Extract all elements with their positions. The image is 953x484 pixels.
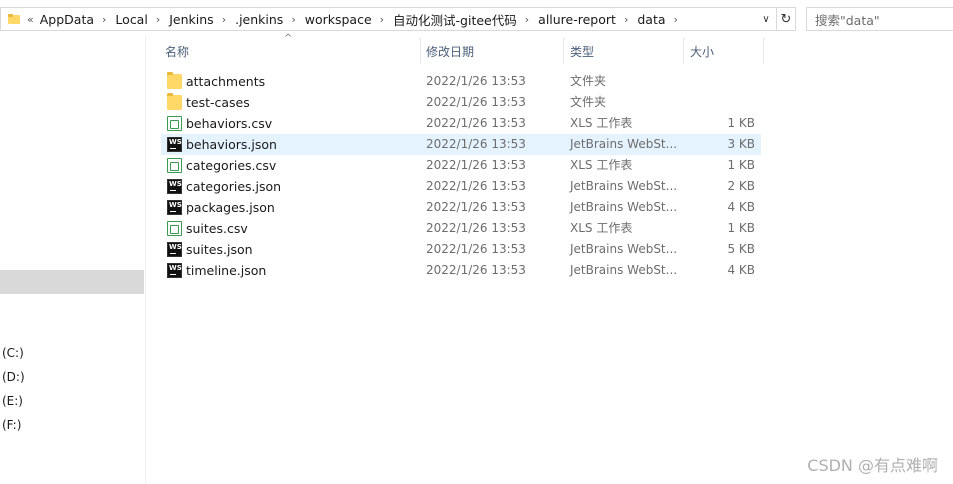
file-type: 文件夹 xyxy=(570,95,607,109)
file-size: 3 KB xyxy=(727,137,755,151)
file-type: JetBrains WebSt... xyxy=(570,200,678,214)
file-date: 2022/1/26 13:53 xyxy=(426,74,526,88)
file-row[interactable]: WS behaviors.json 2022/1/26 13:53 JetBrains… xyxy=(161,134,761,155)
file-date: 2022/1/26 13:53 xyxy=(426,179,526,193)
file-date: 2022/1/26 13:53 xyxy=(426,158,526,172)
file-date: 2022/1/26 13:53 xyxy=(426,221,526,235)
file-type: XLS 工作表 xyxy=(570,221,633,235)
file-date: 2022/1/26 13:53 xyxy=(426,95,526,109)
webstorm-json-icon: WS xyxy=(167,179,182,194)
file-name: test-cases xyxy=(186,95,250,110)
breadcrumb-item[interactable]: 自动化测试-gitee代码 xyxy=(393,10,517,29)
breadcrumb: « AppData › Local › Jenkins › .jenkins › workspa… xyxy=(23,8,687,30)
file-date: 2022/1/26 13:53 xyxy=(426,263,526,277)
breadcrumb-item[interactable]: Jenkins xyxy=(169,12,213,27)
breadcrumb-chevron-icon[interactable]: › xyxy=(674,13,678,26)
folder-icon xyxy=(167,93,182,110)
nav-drive-e[interactable]: (E:) xyxy=(2,394,23,408)
file-type: JetBrains WebSt... xyxy=(570,179,678,193)
file-row[interactable]: WS categories.json 2022/1/26 13:53 JetBrain… xyxy=(161,176,761,197)
webstorm-json-icon: WS xyxy=(167,242,182,257)
breadcrumb-chevron-icon[interactable]: › xyxy=(380,13,384,26)
overflow-chevron-icon[interactable]: « xyxy=(27,13,34,26)
breadcrumb-item[interactable]: data xyxy=(637,12,665,27)
column-divider[interactable] xyxy=(563,38,564,64)
file-row[interactable]: WS timeline.json 2022/1/26 13:53 JetBrains … xyxy=(161,260,761,281)
nav-drive-c[interactable]: (C:) xyxy=(2,346,24,360)
file-name: behaviors.json xyxy=(186,137,277,152)
nav-drive-d[interactable]: (D:) xyxy=(2,370,25,384)
column-divider[interactable] xyxy=(763,38,764,64)
breadcrumb-chevron-icon[interactable]: › xyxy=(624,13,628,26)
column-divider[interactable] xyxy=(420,38,421,64)
webstorm-json-icon: WS xyxy=(167,200,182,215)
breadcrumb-item[interactable]: workspace xyxy=(305,12,372,27)
breadcrumb-item[interactable]: allure-report xyxy=(538,12,616,27)
file-name: attachments xyxy=(186,74,266,89)
file-type: XLS 工作表 xyxy=(570,116,633,130)
file-row[interactable]: categories.csv 2022/1/26 13:53 XLS 工作表 1 KB xyxy=(161,155,761,176)
watermark: CSDN @有点难啊 xyxy=(807,456,938,475)
breadcrumb-item[interactable]: AppData xyxy=(40,12,94,27)
file-type: JetBrains WebSt... xyxy=(570,137,678,151)
navigation-pane[interactable]: (C:) (D:) (E:) (F:) xyxy=(0,36,146,484)
webstorm-json-icon: WS xyxy=(167,263,182,278)
file-size: 1 KB xyxy=(727,158,755,172)
file-type: JetBrains WebSt... xyxy=(570,242,678,256)
file-row[interactable]: test-cases 2022/1/26 13:53 文件夹 xyxy=(161,92,761,113)
file-date: 2022/1/26 13:53 xyxy=(426,242,526,256)
address-bar[interactable]: « AppData › Local › Jenkins › .jenkins › workspa… xyxy=(0,7,777,31)
csv-file-icon xyxy=(167,116,182,131)
file-size: 1 KB xyxy=(727,221,755,235)
file-size: 5 KB xyxy=(727,242,755,256)
file-row[interactable]: WS packages.json 2022/1/26 13:53 JetBrains … xyxy=(161,197,761,218)
column-header-size[interactable]: 大小 xyxy=(690,38,714,64)
file-type: XLS 工作表 xyxy=(570,158,633,172)
csv-file-icon xyxy=(167,158,182,173)
breadcrumb-chevron-icon[interactable]: › xyxy=(291,13,295,26)
address-dropdown-icon[interactable]: ∨ xyxy=(758,8,774,30)
file-size: 4 KB xyxy=(727,200,755,214)
refresh-button[interactable]: ↻ xyxy=(777,7,796,31)
csv-file-icon xyxy=(167,221,182,236)
column-header-date[interactable]: 修改日期 xyxy=(426,38,474,64)
breadcrumb-chevron-icon[interactable]: › xyxy=(102,13,106,26)
file-date: 2022/1/26 13:53 xyxy=(426,137,526,151)
breadcrumb-chevron-icon[interactable]: › xyxy=(156,13,160,26)
file-name: suites.csv xyxy=(186,221,248,236)
file-name: categories.csv xyxy=(186,158,277,173)
file-date: 2022/1/26 13:53 xyxy=(426,200,526,214)
folder-icon xyxy=(167,72,182,89)
file-size: 1 KB xyxy=(727,116,755,130)
search-input[interactable]: 搜索"data" xyxy=(806,7,953,31)
breadcrumb-chevron-icon[interactable]: › xyxy=(525,13,529,26)
file-name: suites.json xyxy=(186,242,253,257)
file-row[interactable]: suites.csv 2022/1/26 13:53 XLS 工作表 1 KB xyxy=(161,218,761,239)
file-type: 文件夹 xyxy=(570,74,607,88)
breadcrumb-item[interactable]: .jenkins xyxy=(235,12,283,27)
file-type: JetBrains WebSt... xyxy=(570,263,678,277)
column-divider[interactable] xyxy=(683,38,684,64)
column-header-type[interactable]: 类型 xyxy=(570,38,594,64)
file-row[interactable]: behaviors.csv 2022/1/26 13:53 XLS 工作表 1 KB xyxy=(161,113,761,134)
breadcrumb-item[interactable]: Local xyxy=(115,12,147,27)
file-row[interactable]: WS suites.json 2022/1/26 13:53 JetBrains We… xyxy=(161,239,761,260)
file-name: timeline.json xyxy=(186,263,267,278)
nav-selected-item[interactable] xyxy=(0,270,144,294)
breadcrumb-chevron-icon[interactable]: › xyxy=(222,13,226,26)
sort-ascending-icon: ^ xyxy=(284,33,293,44)
file-name: categories.json xyxy=(186,179,282,194)
folder-icon xyxy=(8,14,20,24)
file-size: 2 KB xyxy=(727,179,755,193)
column-header-name[interactable]: 名称 xyxy=(165,38,189,64)
file-size: 4 KB xyxy=(727,263,755,277)
file-name: packages.json xyxy=(186,200,275,215)
nav-drive-f[interactable]: (F:) xyxy=(2,418,21,432)
file-date: 2022/1/26 13:53 xyxy=(426,116,526,130)
file-name: behaviors.csv xyxy=(186,116,273,131)
file-row[interactable]: attachments 2022/1/26 13:53 文件夹 xyxy=(161,71,761,92)
webstorm-json-icon: WS xyxy=(167,137,182,152)
